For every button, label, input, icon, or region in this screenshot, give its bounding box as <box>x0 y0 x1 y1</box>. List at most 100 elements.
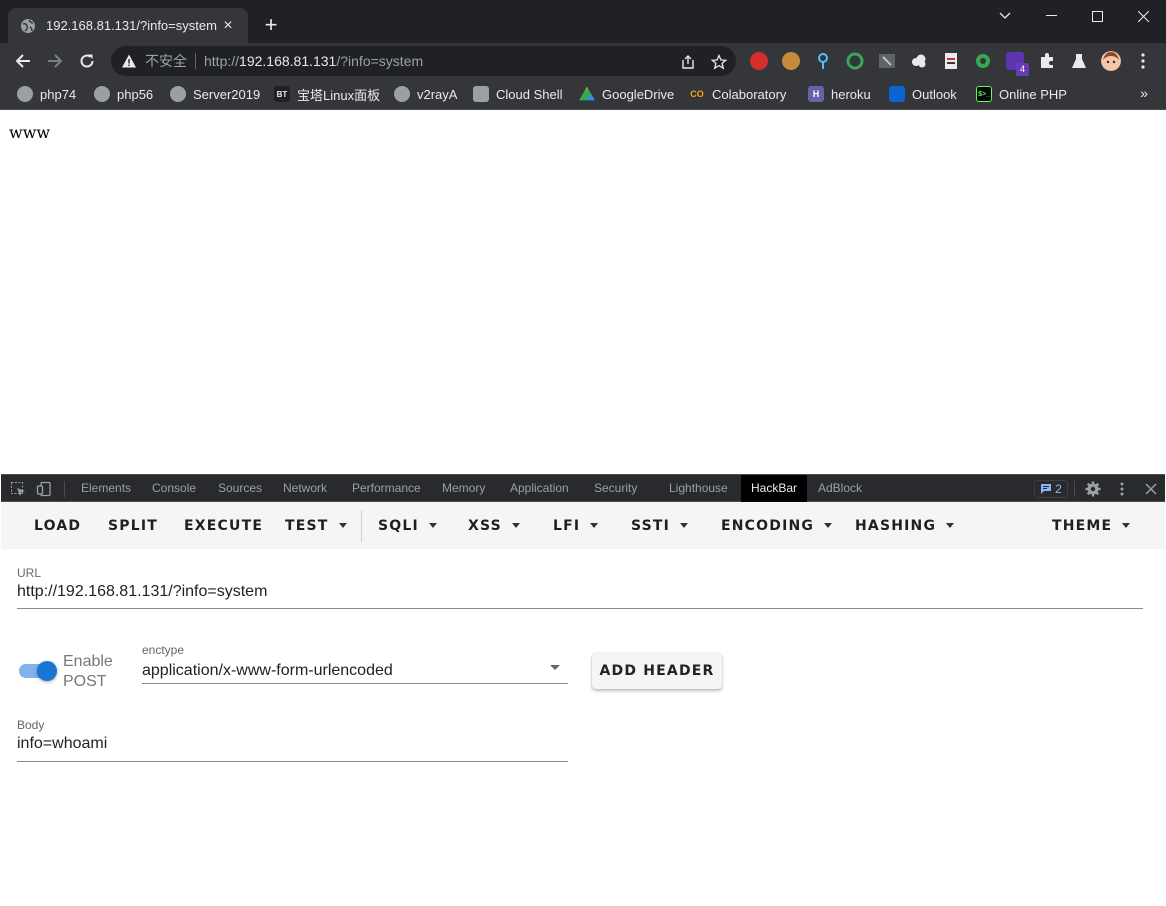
caret-down-icon <box>511 523 520 528</box>
caret-down-icon <box>590 523 599 528</box>
bookmark-item[interactable]: Hheroku <box>808 85 871 103</box>
menu-label: SQLI <box>378 517 419 534</box>
hackbar-menu: LOAD SPLIT EXECUTE TEST SQLI XSS LFI SSTI ENCODI… <box>1 502 1165 549</box>
page-content: www <box>1 111 1165 474</box>
gear-extension-icon[interactable] <box>974 52 992 70</box>
menu-label: LFI <box>553 517 581 534</box>
devtools-divider <box>1074 481 1075 497</box>
warning-icon <box>122 54 136 68</box>
bookmark-label: Outlook <box>912 86 957 102</box>
url-field-label: URL <box>17 566 42 580</box>
tab-hackbar[interactable]: HackBar <box>741 475 808 502</box>
green-ring-extension-icon[interactable] <box>846 52 864 70</box>
inspect-element-icon[interactable] <box>10 481 26 497</box>
flask-icon[interactable] <box>1070 52 1088 70</box>
share-icon[interactable] <box>680 54 696 70</box>
hackbar-panel: LOAD SPLIT EXECUTE TEST SQLI XSS LFI SSTI ENCODI… <box>1 502 1165 905</box>
body-field[interactable]: info=whoami <box>17 735 107 753</box>
more-menu-icon[interactable] <box>1134 52 1152 70</box>
device-toolbar-icon[interactable] <box>36 481 52 497</box>
menu-ssti-button[interactable]: SSTI <box>631 502 689 549</box>
tab-search-icon[interactable] <box>982 0 1028 32</box>
menu-test-button[interactable]: TEST <box>285 502 347 549</box>
forward-button[interactable] <box>41 47 69 75</box>
bookmark-item[interactable]: $>_ Online PHP <box>976 85 1067 103</box>
security-label[interactable]: 不安全 <box>145 51 187 71</box>
avatar[interactable] <box>1101 51 1121 71</box>
url-text[interactable]: http://192.168.81.131/?info=system <box>204 53 423 69</box>
arrow-left-icon <box>15 54 30 68</box>
toggle-knob[interactable] <box>37 661 57 681</box>
cookie-extension-icon[interactable] <box>782 52 800 70</box>
devtools-more-icon[interactable] <box>1114 481 1130 497</box>
minimize-button[interactable] <box>1028 0 1074 32</box>
omnibox-divider <box>195 53 196 69</box>
maximize-button[interactable] <box>1074 0 1120 32</box>
tab-adblock[interactable]: AdBlock <box>818 475 862 502</box>
body-field-label: Body <box>17 718 45 732</box>
location-extension-icon[interactable] <box>814 52 832 70</box>
bookmark-item[interactable]: Server2019 <box>170 85 260 103</box>
menu-split-button[interactable]: SPLIT <box>108 502 158 549</box>
tab-performance[interactable]: Performance <box>352 475 421 502</box>
bookmark-item[interactable]: BT 宝塔Linux面板 <box>274 85 380 103</box>
settings-gear-icon[interactable] <box>1085 481 1101 497</box>
address-bar[interactable]: 不安全 http://192.168.81.131/?info=system <box>111 46 736 76</box>
tab-close-icon[interactable]: × <box>220 17 236 35</box>
menu-sqli-button[interactable]: SQLI <box>378 502 437 549</box>
tab-elements[interactable]: Elements <box>81 475 131 502</box>
menu-hashing-button[interactable]: HASHING <box>855 502 955 549</box>
colab-icon: CO <box>690 89 704 99</box>
caret-down-icon <box>680 523 689 528</box>
tab-security[interactable]: Security <box>594 475 637 502</box>
tab-lighthouse[interactable]: Lighthouse <box>669 475 728 502</box>
bookmark-item[interactable]: Cloud Shell <box>473 85 563 103</box>
bookmark-item[interactable]: php74 <box>17 85 76 103</box>
menu-label: EXECUTE <box>184 517 264 534</box>
ublock-extension-icon[interactable] <box>750 52 768 70</box>
url-field[interactable]: http://192.168.81.131/?info=system <box>17 583 267 601</box>
caret-down-icon <box>338 523 347 528</box>
bt-icon: BT <box>274 86 290 102</box>
enable-post-toggle[interactable] <box>19 661 57 681</box>
message-icon <box>1041 484 1052 494</box>
menu-label: HASHING <box>855 517 937 534</box>
bookmark-item[interactable]: v2rayA <box>394 85 457 103</box>
close-window-button[interactable] <box>1120 0 1166 32</box>
document-extension-icon[interactable] <box>942 52 960 70</box>
bookmarks-overflow-button[interactable]: » <box>1140 85 1148 101</box>
globe-icon <box>94 86 110 102</box>
extensions-puzzle-icon[interactable] <box>1038 52 1056 70</box>
bookmark-label: Cloud Shell <box>496 86 563 102</box>
bookmark-label: Colaboratory <box>712 86 787 102</box>
tab-memory[interactable]: Memory <box>442 475 485 502</box>
tab-network[interactable]: Network <box>283 475 327 502</box>
browser-tab[interactable]: 192.168.81.131/?info=system × <box>8 8 248 43</box>
bookmark-star-icon[interactable] <box>711 54 727 70</box>
add-header-button[interactable]: ADD HEADER <box>592 653 722 689</box>
tab-console[interactable]: Console <box>152 475 196 502</box>
issues-badge[interactable]: 2 <box>1034 480 1068 498</box>
bookmark-item[interactable]: Outlook <box>889 85 957 103</box>
new-tab-button[interactable]: + <box>258 12 284 38</box>
enctype-select[interactable]: application/x-www-form-urlencoded <box>142 662 393 680</box>
menu-xss-button[interactable]: XSS <box>468 502 520 549</box>
chevron-down-icon[interactable] <box>550 665 560 670</box>
bookmark-item[interactable]: CO Colaboratory <box>689 85 786 103</box>
menu-divider <box>361 510 362 542</box>
bookmark-item[interactable]: php56 <box>94 85 153 103</box>
menu-load-button[interactable]: LOAD <box>34 502 81 549</box>
tab-application[interactable]: Application <box>510 475 569 502</box>
reload-button[interactable] <box>73 47 101 75</box>
menu-encoding-button[interactable]: ENCODING <box>721 502 833 549</box>
close-devtools-icon[interactable] <box>1143 481 1159 497</box>
cloud-extension-icon[interactable] <box>910 52 928 70</box>
cursor-extension-icon[interactable] <box>878 52 896 70</box>
menu-execute-button[interactable]: EXECUTE <box>184 502 263 549</box>
tab-sources[interactable]: Sources <box>218 475 262 502</box>
tab-strip: 192.168.81.131/?info=system × + <box>0 0 1166 43</box>
menu-theme-button[interactable]: THEME <box>1052 502 1131 549</box>
menu-lfi-button[interactable]: LFI <box>553 502 599 549</box>
back-button[interactable] <box>9 47 37 75</box>
bookmark-item[interactable]: GoogleDrive <box>579 85 674 103</box>
